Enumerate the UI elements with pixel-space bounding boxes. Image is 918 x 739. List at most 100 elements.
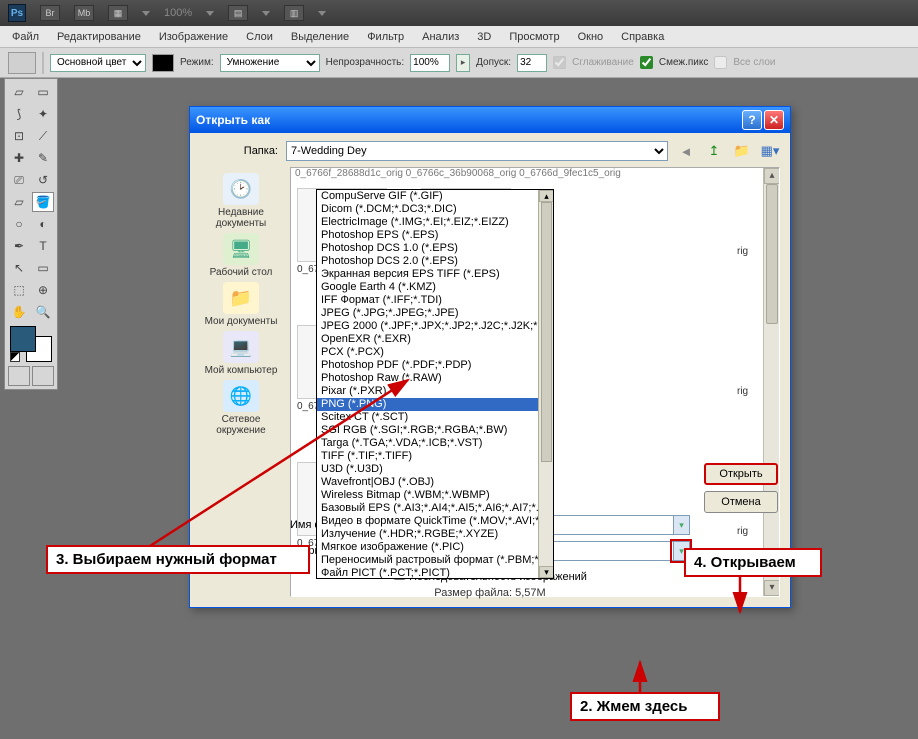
place-desktop[interactable]: 🖥Рабочий стол [210, 233, 273, 278]
dropdown-icon[interactable] [673, 516, 689, 534]
format-option[interactable]: Экранная версия EPS TIFF (*.EPS) [317, 268, 553, 281]
bridge-icon[interactable]: Br [40, 5, 60, 21]
place-documents[interactable]: 📁Мои документы [205, 282, 278, 327]
menu-filter[interactable]: Фильтр [359, 28, 412, 46]
crop-tool-icon[interactable]: ⊡ [8, 126, 30, 146]
format-option[interactable]: TIFF (*.TIF;*.TIFF) [317, 450, 553, 463]
menu-3d[interactable]: 3D [469, 28, 499, 46]
pen-tool-icon[interactable]: ✒ [8, 236, 30, 256]
format-option[interactable]: Scitex CT (*.SCT) [317, 411, 553, 424]
tolerance-input[interactable] [517, 54, 547, 72]
format-option[interactable]: PNG (*.PNG) [317, 398, 553, 411]
folder-select[interactable]: 7-Wedding Dey [286, 141, 668, 161]
color-swatch[interactable] [152, 54, 174, 72]
place-network[interactable]: 🌐Сетевое окружение [200, 380, 282, 436]
dropdown-icon[interactable] [318, 11, 326, 16]
zoom-tool-icon[interactable]: 🔍 [32, 302, 54, 322]
format-option[interactable]: Мягкое изображение (*.PIC) [317, 541, 553, 554]
format-option[interactable]: U3D (*.U3D) [317, 463, 553, 476]
standard-mode-icon[interactable] [8, 366, 30, 386]
format-option[interactable]: Видео в формате QuickTime (*.MOV;*.AVI;*… [317, 515, 553, 528]
bucket-tool-icon[interactable]: 🪣 [32, 192, 54, 212]
quickmask-icon[interactable] [32, 366, 54, 386]
menu-file[interactable]: Файл [4, 28, 47, 46]
menu-view[interactable]: Просмотр [501, 28, 567, 46]
format-option[interactable]: Pixar (*.PXR) [317, 385, 553, 398]
format-option[interactable]: Photoshop DCS 1.0 (*.EPS) [317, 242, 553, 255]
wand-tool-icon[interactable]: ✦ [32, 104, 54, 124]
help-button-icon[interactable]: ? [742, 110, 762, 130]
format-option[interactable]: JPEG (*.JPG;*.JPEG;*.JPE) [317, 307, 553, 320]
contiguous-checkbox[interactable] [640, 56, 653, 69]
lasso-tool-icon[interactable]: ⟆ [8, 104, 30, 124]
fill-source-select[interactable]: Основной цвет [50, 54, 146, 72]
format-option[interactable]: Базовый EPS (*.AI3;*.AI4;*.AI5;*.AI6;*.A… [317, 502, 553, 515]
healing-tool-icon[interactable]: ✚ [8, 148, 30, 168]
format-option[interactable]: Photoshop DCS 2.0 (*.EPS) [317, 255, 553, 268]
dropdown-icon[interactable] [206, 11, 214, 16]
format-option[interactable]: IFF Формат (*.IFF;*.TDI) [317, 294, 553, 307]
menu-help[interactable]: Справка [613, 28, 672, 46]
opacity-flyout-icon[interactable] [456, 54, 470, 72]
dropdown-icon[interactable] [142, 11, 150, 16]
format-option[interactable]: Photoshop EPS (*.EPS) [317, 229, 553, 242]
scroll-down-icon[interactable]: ▾ [764, 580, 780, 596]
format-option[interactable]: ElectricImage (*.IMG;*.EI;*.EIZ;*.EIZZ) [317, 216, 553, 229]
format-option[interactable]: Wireless Bitmap (*.WBM;*.WBMP) [317, 489, 553, 502]
menu-analysis[interactable]: Анализ [414, 28, 467, 46]
marquee-tool-icon[interactable]: ▭ [32, 82, 54, 102]
format-option[interactable]: Переносимый растровый формат (*.PBM;*.PG… [317, 554, 553, 567]
cancel-button[interactable]: Отмена [704, 491, 778, 513]
format-option[interactable]: Photoshop Raw (*.RAW) [317, 372, 553, 385]
stamp-tool-icon[interactable]: ⎚ [8, 170, 30, 190]
blend-mode-select[interactable]: Умножение [220, 54, 320, 72]
path-tool-icon[interactable]: ↖ [8, 258, 30, 278]
mini-bridge-icon[interactable]: Mb [74, 5, 94, 21]
scroll-up-icon[interactable]: ▴ [539, 190, 554, 202]
move-tool-icon[interactable]: ▱ [8, 82, 30, 102]
format-option[interactable]: PCX (*.PCX) [317, 346, 553, 359]
place-recent[interactable]: 🕑Недавние документы [200, 173, 282, 229]
format-option[interactable]: Wavefront|OBJ (*.OBJ) [317, 476, 553, 489]
format-option[interactable]: Targa (*.TGA;*.VDA;*.ICB;*.VST) [317, 437, 553, 450]
screen-mode-icon[interactable]: ▦ [108, 5, 128, 21]
menu-window[interactable]: Окно [570, 28, 612, 46]
format-option[interactable]: CompuServe GIF (*.GIF) [317, 190, 553, 203]
menu-select[interactable]: Выделение [283, 28, 357, 46]
arrange-icon[interactable]: ▤ [228, 5, 248, 21]
format-option[interactable]: OpenEXR (*.EXR) [317, 333, 553, 346]
scroll-thumb[interactable] [766, 184, 778, 324]
menu-edit[interactable]: Редактирование [49, 28, 149, 46]
format-option[interactable]: SGI RGB (*.SGI;*.RGB;*.RGBA;*.BW) [317, 424, 553, 437]
list-scrollbar[interactable]: ▴▾ [538, 190, 553, 578]
3d-tool-icon[interactable]: ⬚ [8, 280, 30, 300]
eyedropper-tool-icon[interactable]: ⟋ [32, 126, 54, 146]
default-colors-icon[interactable] [10, 352, 20, 362]
format-option[interactable]: JPEG 2000 (*.JPF;*.JPX;*.JP2;*.J2C;*.J2K… [317, 320, 553, 333]
zoom-level[interactable]: 100% [164, 7, 192, 19]
eraser-tool-icon[interactable]: ▱ [8, 192, 30, 212]
shape-tool-icon[interactable]: ▭ [32, 258, 54, 278]
format-dropdown-list[interactable]: ▴▾ CompuServe GIF (*.GIF)Dicom (*.DCM;*.… [316, 189, 554, 579]
dropdown-icon[interactable] [262, 11, 270, 16]
format-option[interactable]: Photoshop PDF (*.PDF;*.PDP) [317, 359, 553, 372]
fg-color-swatch[interactable] [10, 326, 36, 352]
close-button-icon[interactable]: ✕ [764, 110, 784, 130]
open-button[interactable]: Открыть [704, 463, 778, 485]
format-option[interactable]: Излучение (*.HDR;*.RGBE;*.XYZE) [317, 528, 553, 541]
hand-tool-icon[interactable]: ✋ [8, 302, 30, 322]
up-icon[interactable]: ↥ [704, 141, 724, 161]
dodge-tool-icon[interactable]: ◐ [32, 214, 54, 234]
dialog-titlebar[interactable]: Открыть как ? ✕ [190, 107, 790, 133]
format-option[interactable]: Dicom (*.DCM;*.DC3;*.DIC) [317, 203, 553, 216]
format-option[interactable]: Файл PICT (*.PCT;*.PICT) [317, 567, 553, 579]
extras-icon[interactable]: ▥ [284, 5, 304, 21]
scrollbar[interactable]: ▴ ▾ [763, 168, 779, 596]
format-option[interactable]: Google Earth 4 (*.KMZ) [317, 281, 553, 294]
scroll-down-icon[interactable]: ▾ [539, 566, 554, 578]
new-folder-icon[interactable]: 📁 [732, 141, 752, 161]
opacity-input[interactable] [410, 54, 450, 72]
menu-image[interactable]: Изображение [151, 28, 236, 46]
brush-tool-icon[interactable]: ✎ [32, 148, 54, 168]
color-swatches[interactable] [10, 326, 52, 362]
